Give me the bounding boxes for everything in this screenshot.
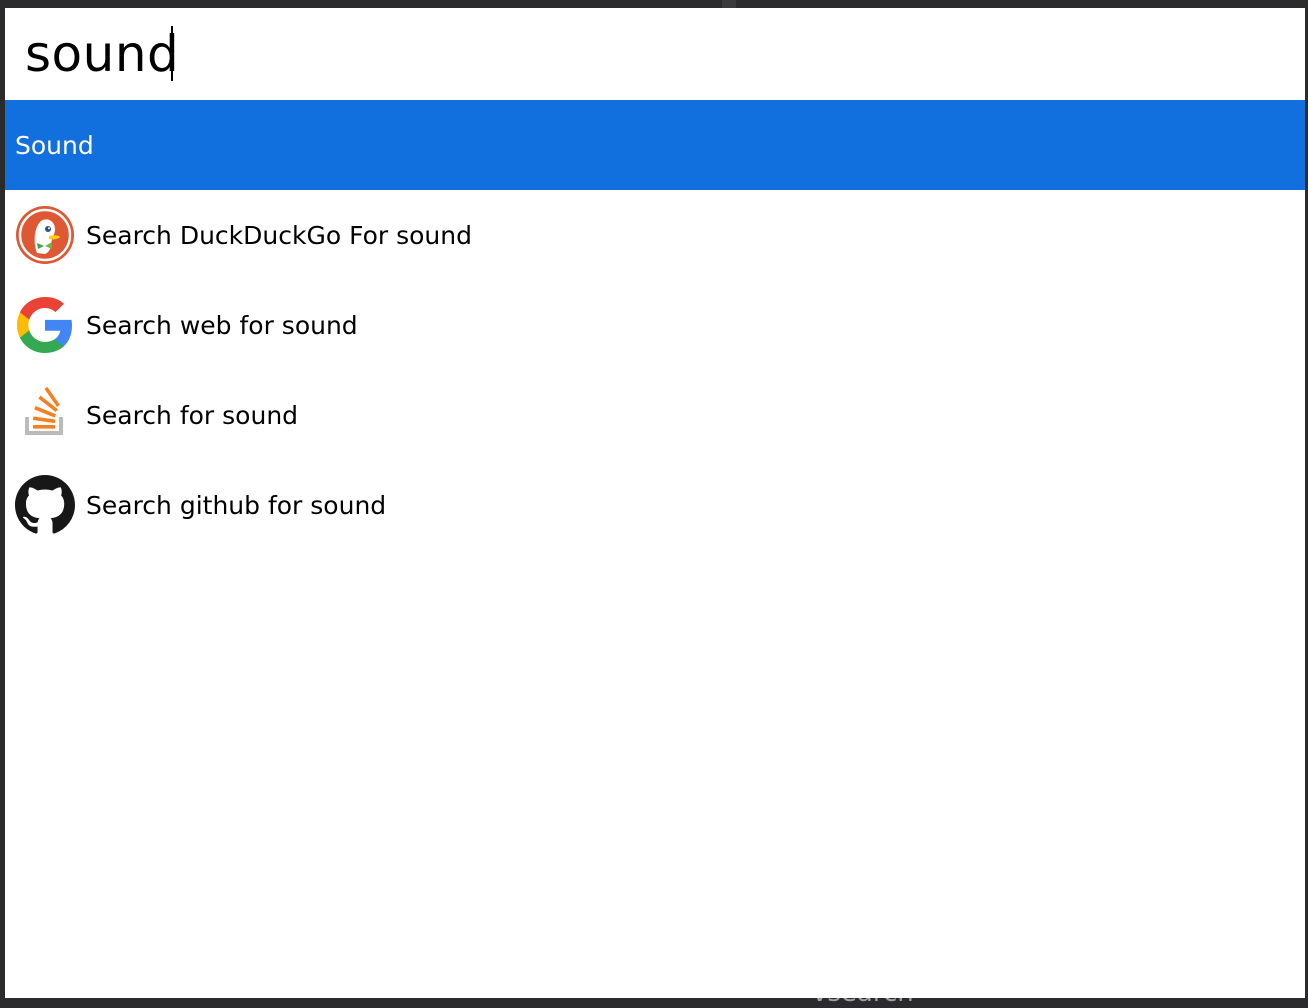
result-label: Search DuckDuckGo For sound — [86, 220, 472, 250]
text-caret — [171, 26, 173, 81]
app-launcher: sound Sound Search DuckDuckGo For sound — [5, 8, 1305, 998]
result-search-web[interactable]: Search web for sound — [5, 280, 1305, 370]
stackoverflow-icon — [15, 385, 75, 445]
search-bar: sound — [5, 8, 1305, 100]
google-icon — [15, 295, 75, 355]
result-sound-settings[interactable]: Sound — [5, 100, 1305, 190]
duckduckgo-icon — [15, 205, 75, 265]
result-label: Sound — [15, 130, 94, 160]
search-input[interactable]: sound — [25, 22, 179, 86]
github-icon — [15, 475, 75, 535]
result-search-github[interactable]: Search github for sound — [5, 460, 1305, 550]
result-search-duckduckgo[interactable]: Search DuckDuckGo For sound — [5, 190, 1305, 280]
desktop-panel-divider — [722, 0, 736, 8]
results-list: Sound Search DuckDuckGo For sound Search… — [5, 100, 1305, 550]
result-label: Search for sound — [86, 400, 299, 430]
result-search-stackoverflow[interactable]: Search for sound — [5, 370, 1305, 460]
result-label: Search web for sound — [86, 310, 358, 340]
result-label: Search github for sound — [86, 490, 387, 520]
